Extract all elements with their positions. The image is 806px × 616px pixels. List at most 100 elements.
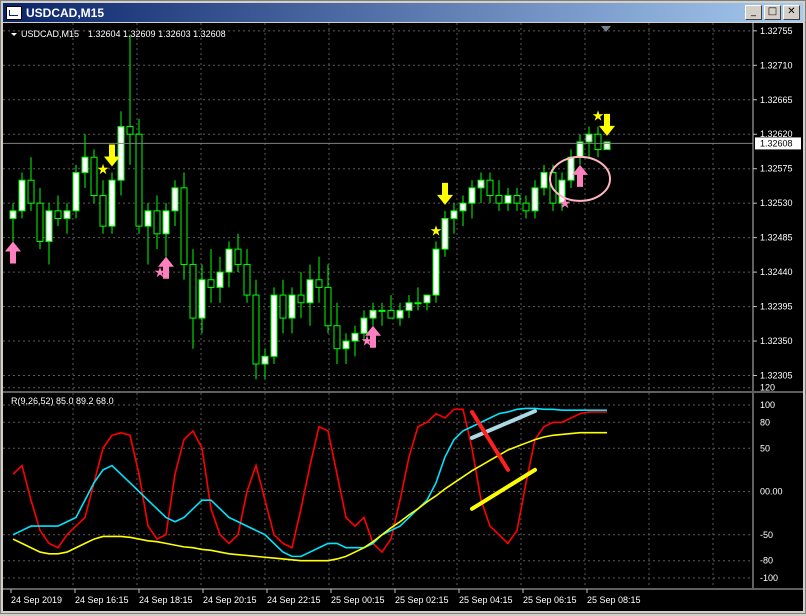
candle-body [99,195,107,227]
candle-body [486,179,494,197]
oscillator-tick-label: -100 [760,573,778,583]
chart-canvas[interactable]: ★★★★★★ 1.327551.327101.326651.326201.325… [3,23,803,611]
current-price-label: 1.32608 [760,138,793,148]
candle-body [441,217,449,250]
candle-body [513,195,521,204]
price-tick-label: 1.32755 [760,26,793,36]
candle-body [360,317,368,334]
candle-body [315,279,323,288]
candle-body [153,210,161,235]
oscillator-tick-label: 100 [760,400,775,410]
candle-body [270,294,278,357]
candle-body [297,294,305,304]
candle-body [387,309,395,319]
sell-star-icon: ★ [592,108,605,124]
price-tick-label: 1.32485 [760,233,793,243]
candle-body [63,210,71,219]
chart-window: USDCAD,M15 _ □ ✕ ★ ★ ★ ★ ★ ★ 1.32755 1.32710 1.… [0,0,806,614]
candle-body [261,355,269,365]
oscillator-tick-label: 120 [760,383,775,393]
time-tick-label: 24 Sep 22:15 [267,595,321,605]
candle-body [117,126,125,181]
price-tick-label: 1.32575 [760,164,793,174]
time-tick-label: 24 Sep 20:15 [203,595,257,605]
chart-area[interactable]: ★ ★ ★ ★ ★ ★ 1.32755 1.32710 1.32665 1.32620 1.325… [3,23,803,611]
chart-window-icon [6,5,22,20]
sell-arrow-icon [437,182,453,205]
candle-body [54,210,62,219]
candle-body [414,302,422,305]
candle-body [198,279,206,319]
candle-body [405,302,413,311]
candle-body [342,340,350,350]
candle-body [243,263,251,296]
candle-body [18,179,26,212]
candle-body [594,133,602,151]
candle-body [225,248,233,273]
price-tick-label: 1.32710 [760,60,793,70]
candle-body [207,279,215,288]
candle-body [450,210,458,219]
maximize-button[interactable]: □ [764,5,781,20]
candle-body [459,202,467,212]
time-tick-label: 24 Sep 2019 [11,595,62,605]
buy-star-icon: ★ [361,333,374,349]
candle-body [72,172,80,212]
oscillator-tick-label: 80 [760,417,770,427]
candle-body [567,156,575,181]
buy-arrow-icon [5,241,21,264]
candle-body [252,294,260,365]
candle-body [126,126,134,135]
title-bar[interactable]: USDCAD,M15 _ □ ✕ [3,3,803,22]
price-tick-label: 1.32305 [760,371,793,381]
time-tick-label: 25 Sep 08:15 [587,595,641,605]
candle-body [333,325,341,350]
candle-body [36,202,44,242]
candle-body [135,133,143,227]
price-tick-label: 1.32440 [760,267,793,277]
window-title: USDCAD,M15 [26,5,105,20]
candle-body [522,202,530,212]
oscillator-tick-label: 00.00 [760,487,783,497]
ohlc-label: 1.32604 1.32609 1.32603 1.32608 [88,29,226,39]
sell-star-icon: ★ [97,161,110,177]
candle-body [477,179,485,189]
price-tick-label: 1.32665 [760,95,793,105]
candle-body [279,294,287,319]
price-tick-label: 1.32395 [760,302,793,312]
close-button[interactable]: ✕ [783,5,800,20]
time-tick-label: 25 Sep 00:15 [331,595,385,605]
candle-body [162,210,170,235]
candle-body [216,271,224,288]
candle-body [108,179,116,227]
candle-body [585,133,593,143]
candle-body [180,187,188,265]
time-tick-label: 24 Sep 18:15 [139,595,193,605]
price-tick-label: 1.32350 [760,336,793,346]
oscillator-tick-label: -80 [760,556,773,566]
minimize-button[interactable]: _ [745,5,762,20]
buy-star-icon: ★ [154,264,167,280]
candle-body [144,210,152,227]
candle-body [81,156,89,174]
oscillator-tick-label: -50 [760,530,773,540]
candle-body [504,195,512,204]
candle-body [324,286,332,327]
oscillator-tick-label: 50 [760,443,770,453]
indicator-label: R(9,26,52) 85.0 89.2 68.0 [11,396,114,406]
candle-body [171,187,179,212]
candle-body [306,279,314,304]
chart-menu-triangle-icon[interactable] [11,33,17,36]
candle-body [378,309,386,312]
candle-body [531,187,539,212]
candle-body [9,210,17,219]
candle-body [369,309,377,319]
sell-star-icon: ★ [430,222,443,238]
candle-body [45,210,53,242]
candle-body [288,294,296,319]
candle-body [351,332,359,342]
candle-body [234,248,242,265]
symbol-label: USDCAD,M15 [21,29,79,39]
candle-body [396,309,404,319]
candle-body [576,141,584,158]
